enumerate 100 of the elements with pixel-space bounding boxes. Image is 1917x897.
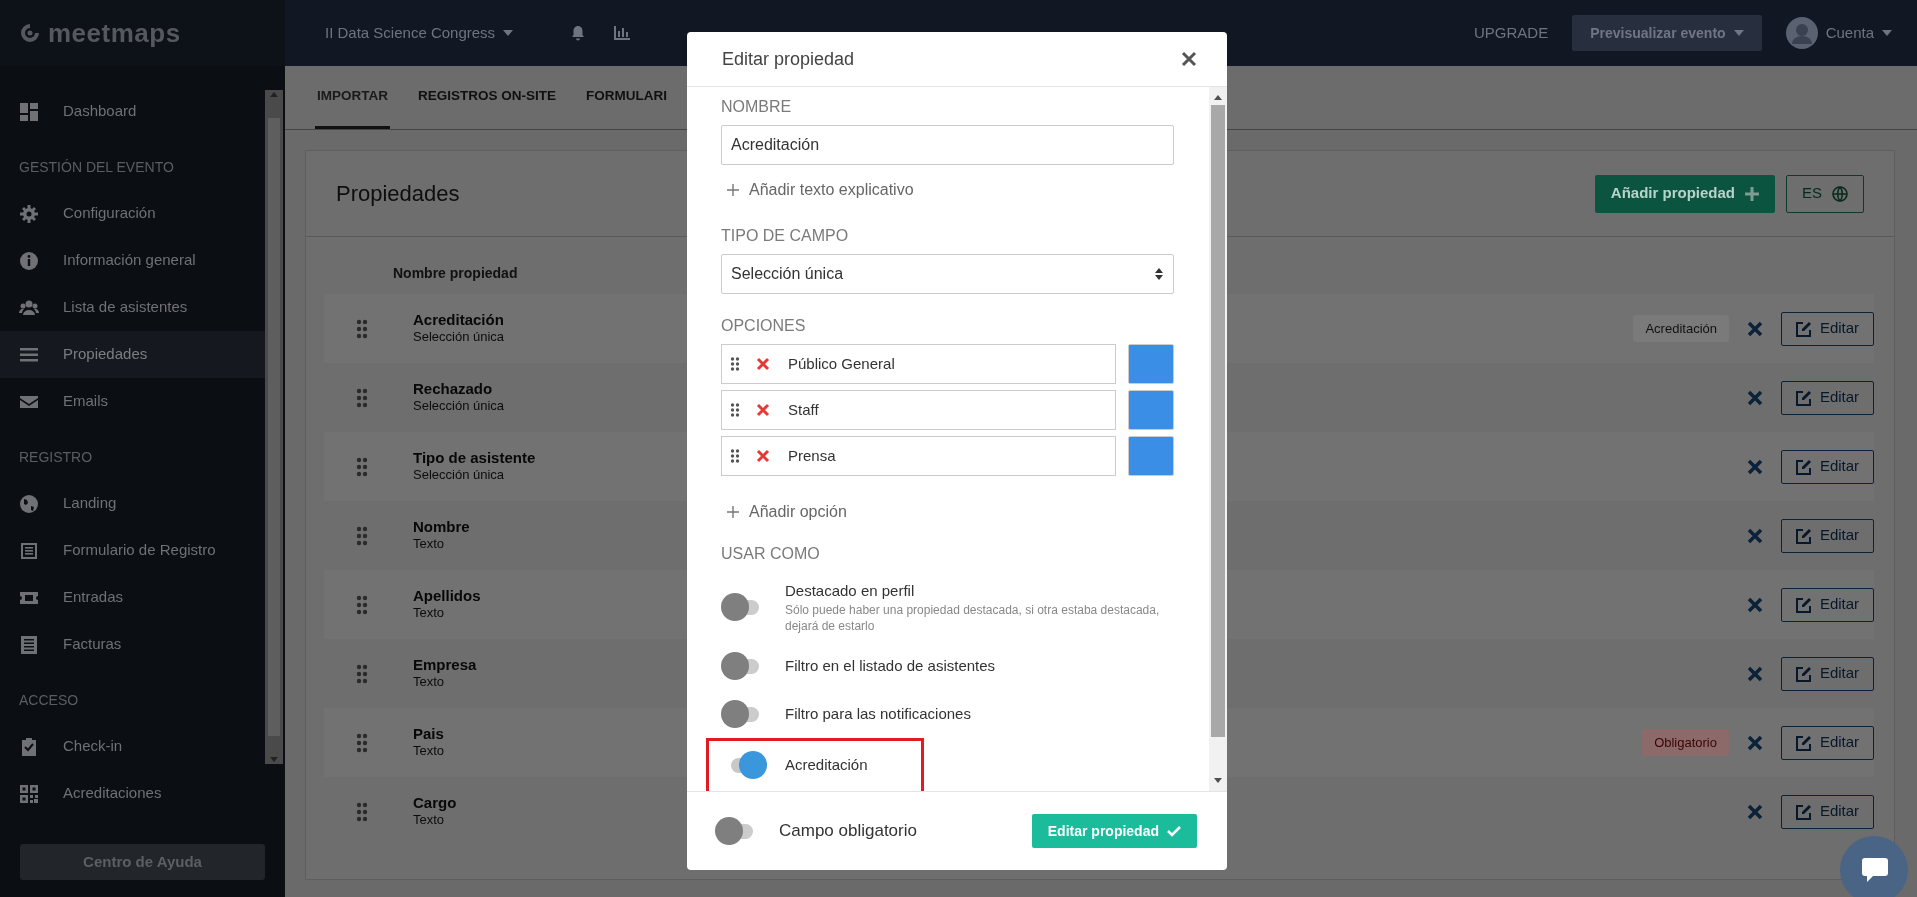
- add-property-button[interactable]: Añadir propiedad: [1594, 174, 1775, 213]
- field-type-select[interactable]: Selección única: [721, 254, 1174, 294]
- sidebar-item[interactable]: Información general: [0, 237, 265, 284]
- sidebar-item[interactable]: Facturas: [0, 621, 265, 668]
- drag-handle-icon: [730, 402, 740, 418]
- sidebar-item[interactable]: Acreditaciones: [0, 770, 265, 817]
- edit-button[interactable]: Editar: [1781, 518, 1874, 553]
- dialog-title: Editar propiedad: [722, 47, 855, 71]
- field-label: TIPO DE CAMPO: [721, 226, 850, 246]
- property-tag: Acreditación: [1633, 314, 1729, 343]
- sidebar-item[interactable]: Entradas: [0, 574, 265, 621]
- close-icon[interactable]: [1181, 51, 1197, 67]
- add-description-link[interactable]: Añadir texto explicativo: [721, 165, 1174, 216]
- edit-button[interactable]: Editar: [1781, 449, 1874, 484]
- property-name: Acreditación: [413, 311, 505, 330]
- plus-icon: [727, 184, 739, 196]
- section-heading: REGISTRO: [18, 448, 94, 467]
- caret-icon: [1733, 30, 1744, 36]
- bell-icon[interactable]: [571, 25, 586, 41]
- event-selector[interactable]: II Data Science Congress: [325, 21, 514, 45]
- logo: meetmaps: [48, 16, 181, 50]
- tab[interactable]: IMPORTAR: [315, 66, 390, 129]
- sidebar-item[interactable]: Configuración: [0, 190, 265, 237]
- card-title: Propiedades: [336, 180, 460, 208]
- edit-button[interactable]: Editar: [1781, 380, 1874, 415]
- field-label: USAR COMO: [721, 544, 821, 564]
- scrollbar[interactable]: [1209, 87, 1227, 791]
- edit-button[interactable]: Editar: [1781, 311, 1874, 346]
- sidebar-item[interactable]: Formulario de Registro: [0, 527, 265, 574]
- color-swatch[interactable]: [1128, 344, 1174, 384]
- property-tag: Obligatorio: [1642, 728, 1729, 757]
- remove-icon[interactable]: [756, 357, 770, 371]
- drag-handle-icon: [730, 356, 740, 372]
- drag-handle-icon: [356, 663, 368, 684]
- caret-icon: [503, 30, 514, 36]
- edit-button[interactable]: Editar: [1781, 725, 1874, 760]
- field-label: OPCIONES: [721, 316, 807, 336]
- info-icon: [19, 250, 39, 271]
- avatar-icon: [1785, 17, 1818, 49]
- submit-button[interactable]: Editar propiedad: [1031, 814, 1197, 848]
- sidebar-item[interactable]: Emails: [0, 378, 265, 425]
- sidebar-item[interactable]: Lista de asistentes: [0, 284, 265, 331]
- property-name: Rechazado: [413, 380, 494, 399]
- option-field[interactable]: Staff: [721, 390, 1116, 430]
- color-swatch[interactable]: [1128, 436, 1174, 476]
- upgrade-link[interactable]: UPGRADE: [1474, 21, 1549, 45]
- edit-icon: [1795, 389, 1812, 406]
- color-swatch[interactable]: [1128, 390, 1174, 430]
- sidebar-item[interactable]: Check-in: [0, 723, 265, 770]
- receipt-icon: [19, 634, 39, 655]
- toggle-label: Filtro en el listado de asistentes: [785, 655, 996, 676]
- settings-icon: [19, 203, 39, 224]
- sidebar-item[interactable]: Dashboard: [0, 88, 265, 135]
- sidebar-item[interactable]: Propiedades: [0, 331, 265, 378]
- chart-icon[interactable]: [613, 25, 632, 41]
- remove-icon[interactable]: [756, 449, 770, 463]
- edit-icon: [1795, 458, 1812, 475]
- property-name: Nombre: [413, 518, 470, 537]
- dashboard-icon: [19, 101, 39, 122]
- toggle-label: Filtro para las notificaciones: [785, 703, 971, 724]
- edit-icon: [1795, 803, 1812, 820]
- edit-button[interactable]: Editar: [1781, 656, 1874, 691]
- option-field[interactable]: Prensa: [721, 436, 1116, 476]
- drag-handle-icon: [356, 525, 368, 546]
- delete-icon[interactable]: [1747, 803, 1763, 820]
- delete-icon[interactable]: [1747, 596, 1763, 613]
- help-button[interactable]: Centro de Ayuda: [20, 844, 265, 880]
- remove-icon[interactable]: [756, 403, 770, 417]
- caret-icon: [1882, 30, 1892, 36]
- name-field[interactable]: Acreditación: [721, 125, 1174, 165]
- delete-icon[interactable]: [1747, 389, 1763, 406]
- delete-icon[interactable]: [1747, 320, 1763, 337]
- drag-handle-icon: [356, 387, 368, 408]
- tab[interactable]: FORMULARI: [584, 66, 669, 129]
- property-type: Texto: [413, 743, 445, 760]
- globe-icon: [1832, 185, 1848, 202]
- option-field[interactable]: Público General: [721, 344, 1116, 384]
- property-type: Texto: [413, 536, 446, 553]
- edit-button[interactable]: Editar: [1781, 794, 1874, 829]
- delete-icon[interactable]: [1747, 734, 1763, 751]
- tab[interactable]: REGISTROS ON-SITE: [416, 66, 558, 129]
- account-menu[interactable]: Cuenta: [1785, 17, 1892, 49]
- toggle-description: Sólo puede haber una propiedad destacada, si otra estaba destacada, dejará de estarlo: [785, 602, 1161, 635]
- check-icon: [1167, 825, 1181, 837]
- language-button[interactable]: ES: [1786, 174, 1864, 213]
- qr-code-icon: [19, 783, 39, 804]
- scroll-up-icon[interactable]: [1213, 93, 1223, 101]
- property-type: Texto: [413, 674, 446, 691]
- delete-icon[interactable]: [1747, 458, 1763, 475]
- field-label: NOMBRE: [721, 97, 793, 117]
- drag-handle-icon: [356, 456, 368, 477]
- drag-handle-icon: [356, 801, 368, 822]
- sidebar-item[interactable]: Landing: [0, 480, 265, 527]
- delete-icon[interactable]: [1747, 665, 1763, 682]
- preview-button[interactable]: Previsualizar evento: [1572, 15, 1762, 51]
- property-name: Apellidos: [413, 587, 481, 606]
- edit-button[interactable]: Editar: [1781, 587, 1874, 622]
- add-option-link[interactable]: Añadir opción: [721, 482, 1174, 538]
- property-name: Empresa: [413, 656, 477, 675]
- delete-icon[interactable]: [1747, 527, 1763, 544]
